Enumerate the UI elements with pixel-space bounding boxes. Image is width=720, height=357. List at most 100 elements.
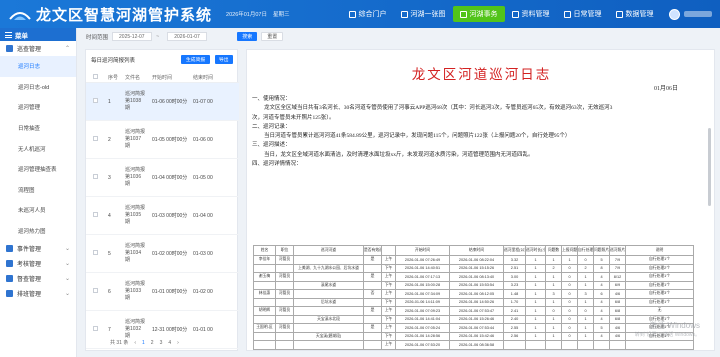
doc-scrollbar[interactable] [708,128,711,206]
sidebar-group-1[interactable]: 事件管理 ⌄ [0,241,76,256]
sidebar-item-0-8[interactable]: 巡河热力图 [0,221,76,242]
end-date-input[interactable]: 2026-01-07 [167,32,208,41]
nav-item-5[interactable]: 数据管理 [609,6,661,22]
table-cell [293,255,364,265]
sidebar-item-0-6[interactable]: 流程图 [0,180,76,201]
table-header-cell: 是否有效巡河 [363,245,382,256]
date-separator: ~ [156,33,160,40]
row-file-name[interactable]: 巡河简报 第1033 期 [125,281,152,302]
table-cell: 7/9 [609,255,626,265]
row-no: 7 [108,326,111,333]
list-row[interactable]: 2 巡河简报 第1037 期 01-05 00时00分 01-06 00 [86,121,239,159]
export-button[interactable]: 导出 [215,55,233,64]
row-file-name[interactable]: 巡河简报 第1036 期 [125,167,152,188]
pager-next-icon[interactable]: › [177,340,179,346]
nav-icon [459,10,467,18]
sidebar-item-0-2[interactable]: 巡河管理 [0,97,76,118]
sidebar-menu-label: 菜单 [15,32,28,40]
row-file-name[interactable]: 巡河简报 第1032 期 [125,319,152,340]
group-icon [6,275,13,283]
row-file-name-line: 第1033 [125,288,142,294]
sidebar-group-label: 事件管理 [17,247,42,254]
table-cell [253,340,276,350]
sidebar-item-0-0[interactable]: 巡河日志 [0,56,76,77]
sidebar-item-0-7[interactable]: 未巡河人员 [0,200,76,221]
table-cell: 2026-01-06 07:53:20 [395,340,450,350]
user-menu[interactable] [669,8,712,20]
list-row[interactable]: 4 巡河简报 第1035 期 01-03 00时00分 01-04 00 [86,197,239,235]
table-header-cell: 说明 [625,245,694,256]
list-row[interactable]: 5 巡河简报 第1034 期 01-02 00时00分 01-03 00 [86,235,239,273]
row-checkbox[interactable] [93,326,98,331]
table-row: 胡明辉 河管员 是上午 2026-01-06 07:09:23 2026-01-06 0… [253,306,694,316]
table-cell: 0 [577,306,594,316]
top-bar: 龙文区智慧河湖管护系统 2026年01月07日 星期三 综合门户 河湖一张图 河湖事… [0,0,720,28]
row-checkbox[interactable] [93,288,98,293]
sidebar-item-0-3[interactable]: 日常抽查 [0,118,76,139]
row-checkbox[interactable] [93,174,98,179]
list-row[interactable]: 6 巡河简报 第1033 期 01-01 00时00分 01-02 00 [86,273,239,311]
pager-page[interactable]: 4 [168,340,171,346]
table-cell: 下午 [381,297,396,307]
table-header-row: 姓名职位巡河河道是否有效巡河开始时间结束时间巡河里程(公里)巡河时长(小时)问题… [253,245,694,256]
row-file-name-line: 期 [125,143,131,149]
sidebar-item-0-4[interactable]: 无人机巡河 [0,138,76,159]
table-cell [293,340,364,350]
row-end-time: 01-04 00 [193,212,213,219]
table-cell [363,314,382,324]
table-header-cell: 巡河时长(小时) [525,245,546,256]
row-checkbox[interactable] [93,250,98,255]
search-button[interactable]: 搜索 [237,32,258,41]
table-cell [363,297,382,307]
table-cell [253,280,276,290]
row-file-name[interactable]: 巡河简报 第1037 期 [125,129,152,150]
row-file-name[interactable]: 巡河简报 第1034 期 [125,243,152,264]
row-checkbox[interactable] [93,212,98,217]
nav-item-4[interactable]: 日常管理 [557,6,609,22]
header-no: 序号 [108,74,119,81]
sidebar-header[interactable]: 菜单 [0,28,76,41]
sidebar-group-0[interactable]: 巡查管理 ⌃ [0,41,76,56]
table-cell [275,314,294,324]
pager-prev-icon[interactable]: ‹ [134,340,136,346]
table-cell: 谢玉梅 [253,272,276,282]
table-cell: 2.55 [503,323,526,333]
row-file-name[interactable]: 巡河简报 第1038 期 [125,91,152,112]
table-cell: 1 [545,331,562,341]
pager-page[interactable]: 2 [151,340,154,346]
row-file-name[interactable]: 巡河简报 第1035 期 [125,205,152,226]
sidebar-item-0-5[interactable]: 巡河管理抽查表 [0,159,76,180]
table-cell: 2026-01-06 08:12:05 [449,289,504,299]
nav-item-label: 日常管理 [573,11,602,18]
row-checkbox[interactable] [93,136,98,141]
row-file-name-line: 第1038 [125,98,142,104]
row-checkbox[interactable] [93,98,98,103]
list-row[interactable]: 3 巡河简报 第1036 期 01-04 00时00分 01-05 00 [86,159,239,197]
start-date-input[interactable]: 2025-12-07 [112,32,153,41]
pager-page[interactable]: 3 [160,340,163,346]
pager-page[interactable]: 1 [142,340,145,346]
row-no: 2 [108,136,111,143]
select-all-checkbox[interactable] [93,73,98,79]
row-file-name-line: 第1037 [125,136,142,142]
sidebar-group-2[interactable]: 考核管理 ⌄ [0,256,76,271]
list-row[interactable]: 1 巡河简报 第1038 期 01-06 00时00分 01-07 00 [86,83,239,121]
table-cell: 上美湖、九十九湖水公园、后坑水道 [293,263,364,273]
sidebar-item-0-1[interactable]: 巡河日志-old [0,77,76,98]
reset-button[interactable]: 重置 [261,32,284,41]
nav-item-2[interactable]: 河湖事务 [452,6,505,22]
sidebar-group-3[interactable]: 督查管理 ⌄ [0,271,76,286]
table-cell: 3.23 [503,280,526,290]
list-rows: 1 巡河简报 第1038 期 01-06 00时00分 01-07 00 2 巡河简报 第103… [86,83,239,349]
sidebar-group-4[interactable]: 排班管理 ⌄ [0,286,76,301]
generate-report-button[interactable]: 生成简报 [181,55,211,64]
nav-item-3[interactable]: 资料管理 [505,6,557,22]
nav-item-0[interactable]: 综合门户 [342,6,394,22]
nav-item-1[interactable]: 河湖一张图 [394,6,453,22]
table-row: 天宝溪水北段 下午 2026-01-06 14:41:04 2026-01-06 15… [253,314,694,324]
row-end-time: 01-01 00 [193,326,213,333]
table-row: 李佳年 河管员 是上午 2026-01-06 07:26:49 2026-01-06 0… [253,255,694,265]
row-start-time: 12-31 00时00分 [152,327,188,333]
table-row: 天宝溪(碧湖段) 下午 2026-01-06 14:28:56 2026-01-06 … [253,331,694,341]
group-icon [6,245,13,253]
